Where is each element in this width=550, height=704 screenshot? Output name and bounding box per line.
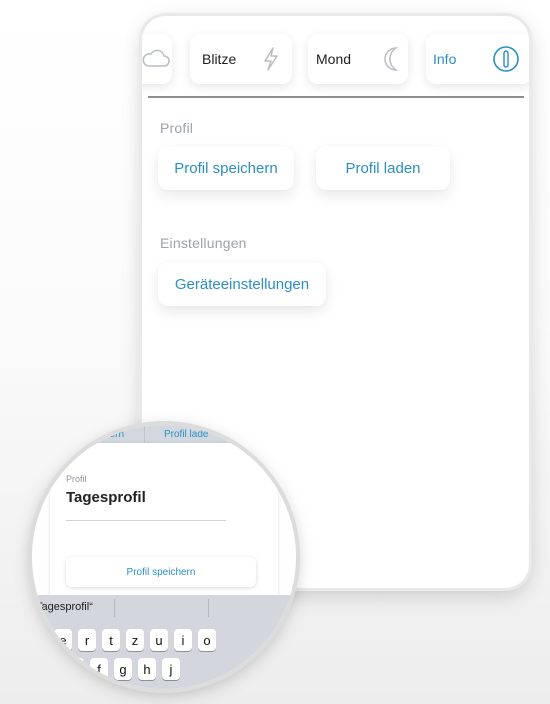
tab-info[interactable]: Info [426, 34, 529, 84]
settings-section-label: Einstellungen [160, 235, 247, 251]
tab-moon[interactable]: Mond [308, 34, 408, 84]
magnified-button-strip: hern Profil lade [32, 425, 296, 445]
suggestion-separator [114, 599, 115, 617]
device-settings-button[interactable]: Geräteeinstellungen [158, 262, 326, 306]
key[interactable]: j [162, 658, 180, 680]
key[interactable]: f [90, 658, 108, 680]
tab-lightning[interactable]: Blitze [190, 34, 292, 84]
dialog-save-profile-button[interactable]: Profil speichern [66, 557, 256, 587]
key[interactable]: o [198, 629, 216, 651]
key[interactable]: e [54, 629, 72, 651]
lightning-icon [264, 47, 278, 71]
info-icon [493, 46, 519, 72]
moon-icon [384, 47, 399, 71]
onscreen-keyboard: Tagesprofil“ w e r t z u i o d f g h j [32, 595, 296, 689]
tab-weather[interactable] [142, 34, 172, 84]
save-profile-button[interactable]: Profil speichern [158, 146, 294, 190]
cloud-icon [142, 49, 170, 67]
profile-section-label: Profil [160, 120, 194, 136]
keyboard-suggestion[interactable]: Tagesprofil“ [36, 601, 93, 613]
key[interactable]: d [66, 658, 84, 680]
tab-divider [148, 96, 524, 98]
key[interactable]: u [150, 629, 168, 651]
magnified-save-fragment: hern [104, 429, 125, 440]
key[interactable]: z [126, 629, 144, 651]
tab-bar: Blitze Mond Info [142, 16, 529, 98]
magnified-load-fragment: Profil lade [164, 429, 209, 440]
profile-name-label: Profil [66, 474, 87, 484]
suggestion-separator [208, 599, 209, 617]
key[interactable]: r [78, 629, 96, 651]
key[interactable]: w [32, 629, 48, 651]
load-profile-button[interactable]: Profil laden [316, 146, 450, 190]
key[interactable]: t [102, 629, 120, 651]
key[interactable]: h [138, 658, 156, 680]
zoom-magnifier: hern Profil lade Profil Tagesprofil Prof… [32, 425, 296, 689]
key[interactable]: i [174, 629, 192, 651]
key[interactable]: g [114, 658, 132, 680]
strip-separator [144, 425, 145, 445]
profile-name-input[interactable]: Tagesprofil [66, 489, 146, 506]
input-underline [66, 520, 226, 521]
